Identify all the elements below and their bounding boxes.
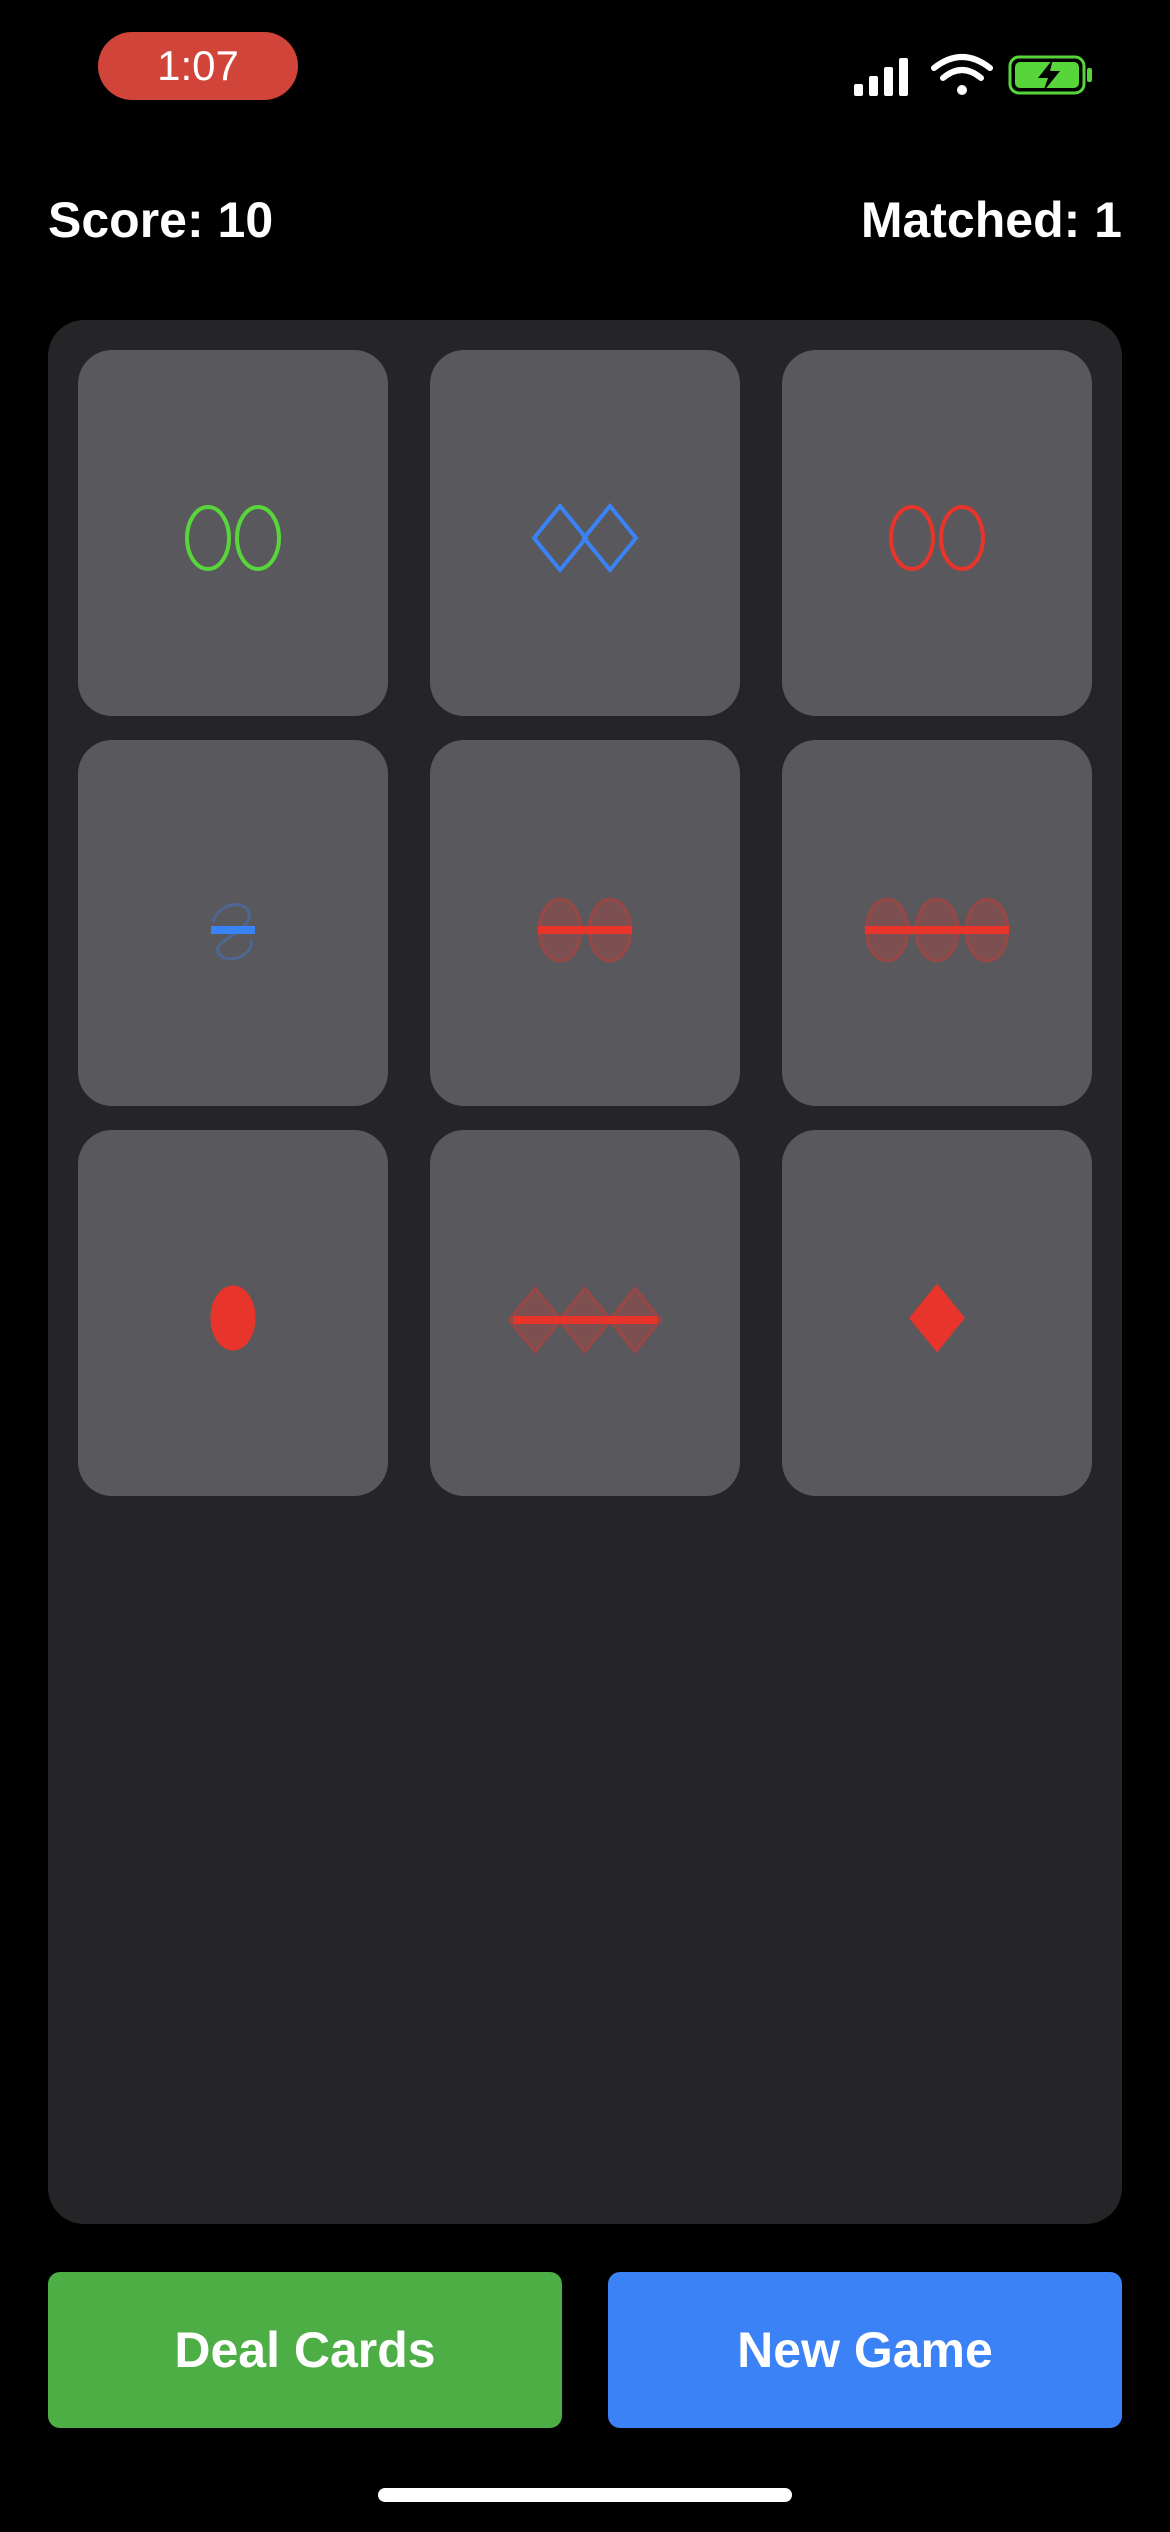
cellular-signal-icon bbox=[854, 58, 908, 96]
oval-symbol bbox=[235, 505, 281, 571]
diamond-symbol bbox=[531, 502, 589, 574]
oval-symbol bbox=[939, 505, 985, 571]
deal-cards-button[interactable]: Deal Cards bbox=[48, 2272, 562, 2428]
set-card[interactable] bbox=[78, 1130, 388, 1496]
matched-label: Matched: 1 bbox=[860, 192, 1122, 248]
set-card[interactable] bbox=[782, 350, 1092, 716]
oval-symbol bbox=[889, 505, 935, 571]
oval-symbol bbox=[210, 1285, 256, 1351]
battery-charging-icon bbox=[1008, 55, 1092, 95]
new-game-button[interactable]: New Game bbox=[608, 2272, 1122, 2428]
set-card[interactable] bbox=[782, 1130, 1092, 1496]
card-board bbox=[48, 320, 1122, 2224]
diamond-symbol bbox=[909, 1283, 965, 1353]
diamond-symbol bbox=[581, 502, 639, 574]
set-card[interactable] bbox=[782, 740, 1092, 1106]
set-card[interactable] bbox=[78, 350, 388, 716]
set-card[interactable] bbox=[430, 350, 740, 716]
set-card[interactable] bbox=[430, 1130, 740, 1496]
set-card[interactable] bbox=[78, 740, 388, 1106]
status-time: 1:07 bbox=[98, 32, 298, 100]
wifi-icon bbox=[931, 54, 993, 95]
score-label: Score: 10 bbox=[48, 192, 274, 248]
oval-symbol bbox=[185, 505, 231, 571]
home-indicator bbox=[378, 2488, 792, 2502]
status-icons bbox=[850, 50, 1095, 100]
set-card[interactable] bbox=[430, 740, 740, 1106]
